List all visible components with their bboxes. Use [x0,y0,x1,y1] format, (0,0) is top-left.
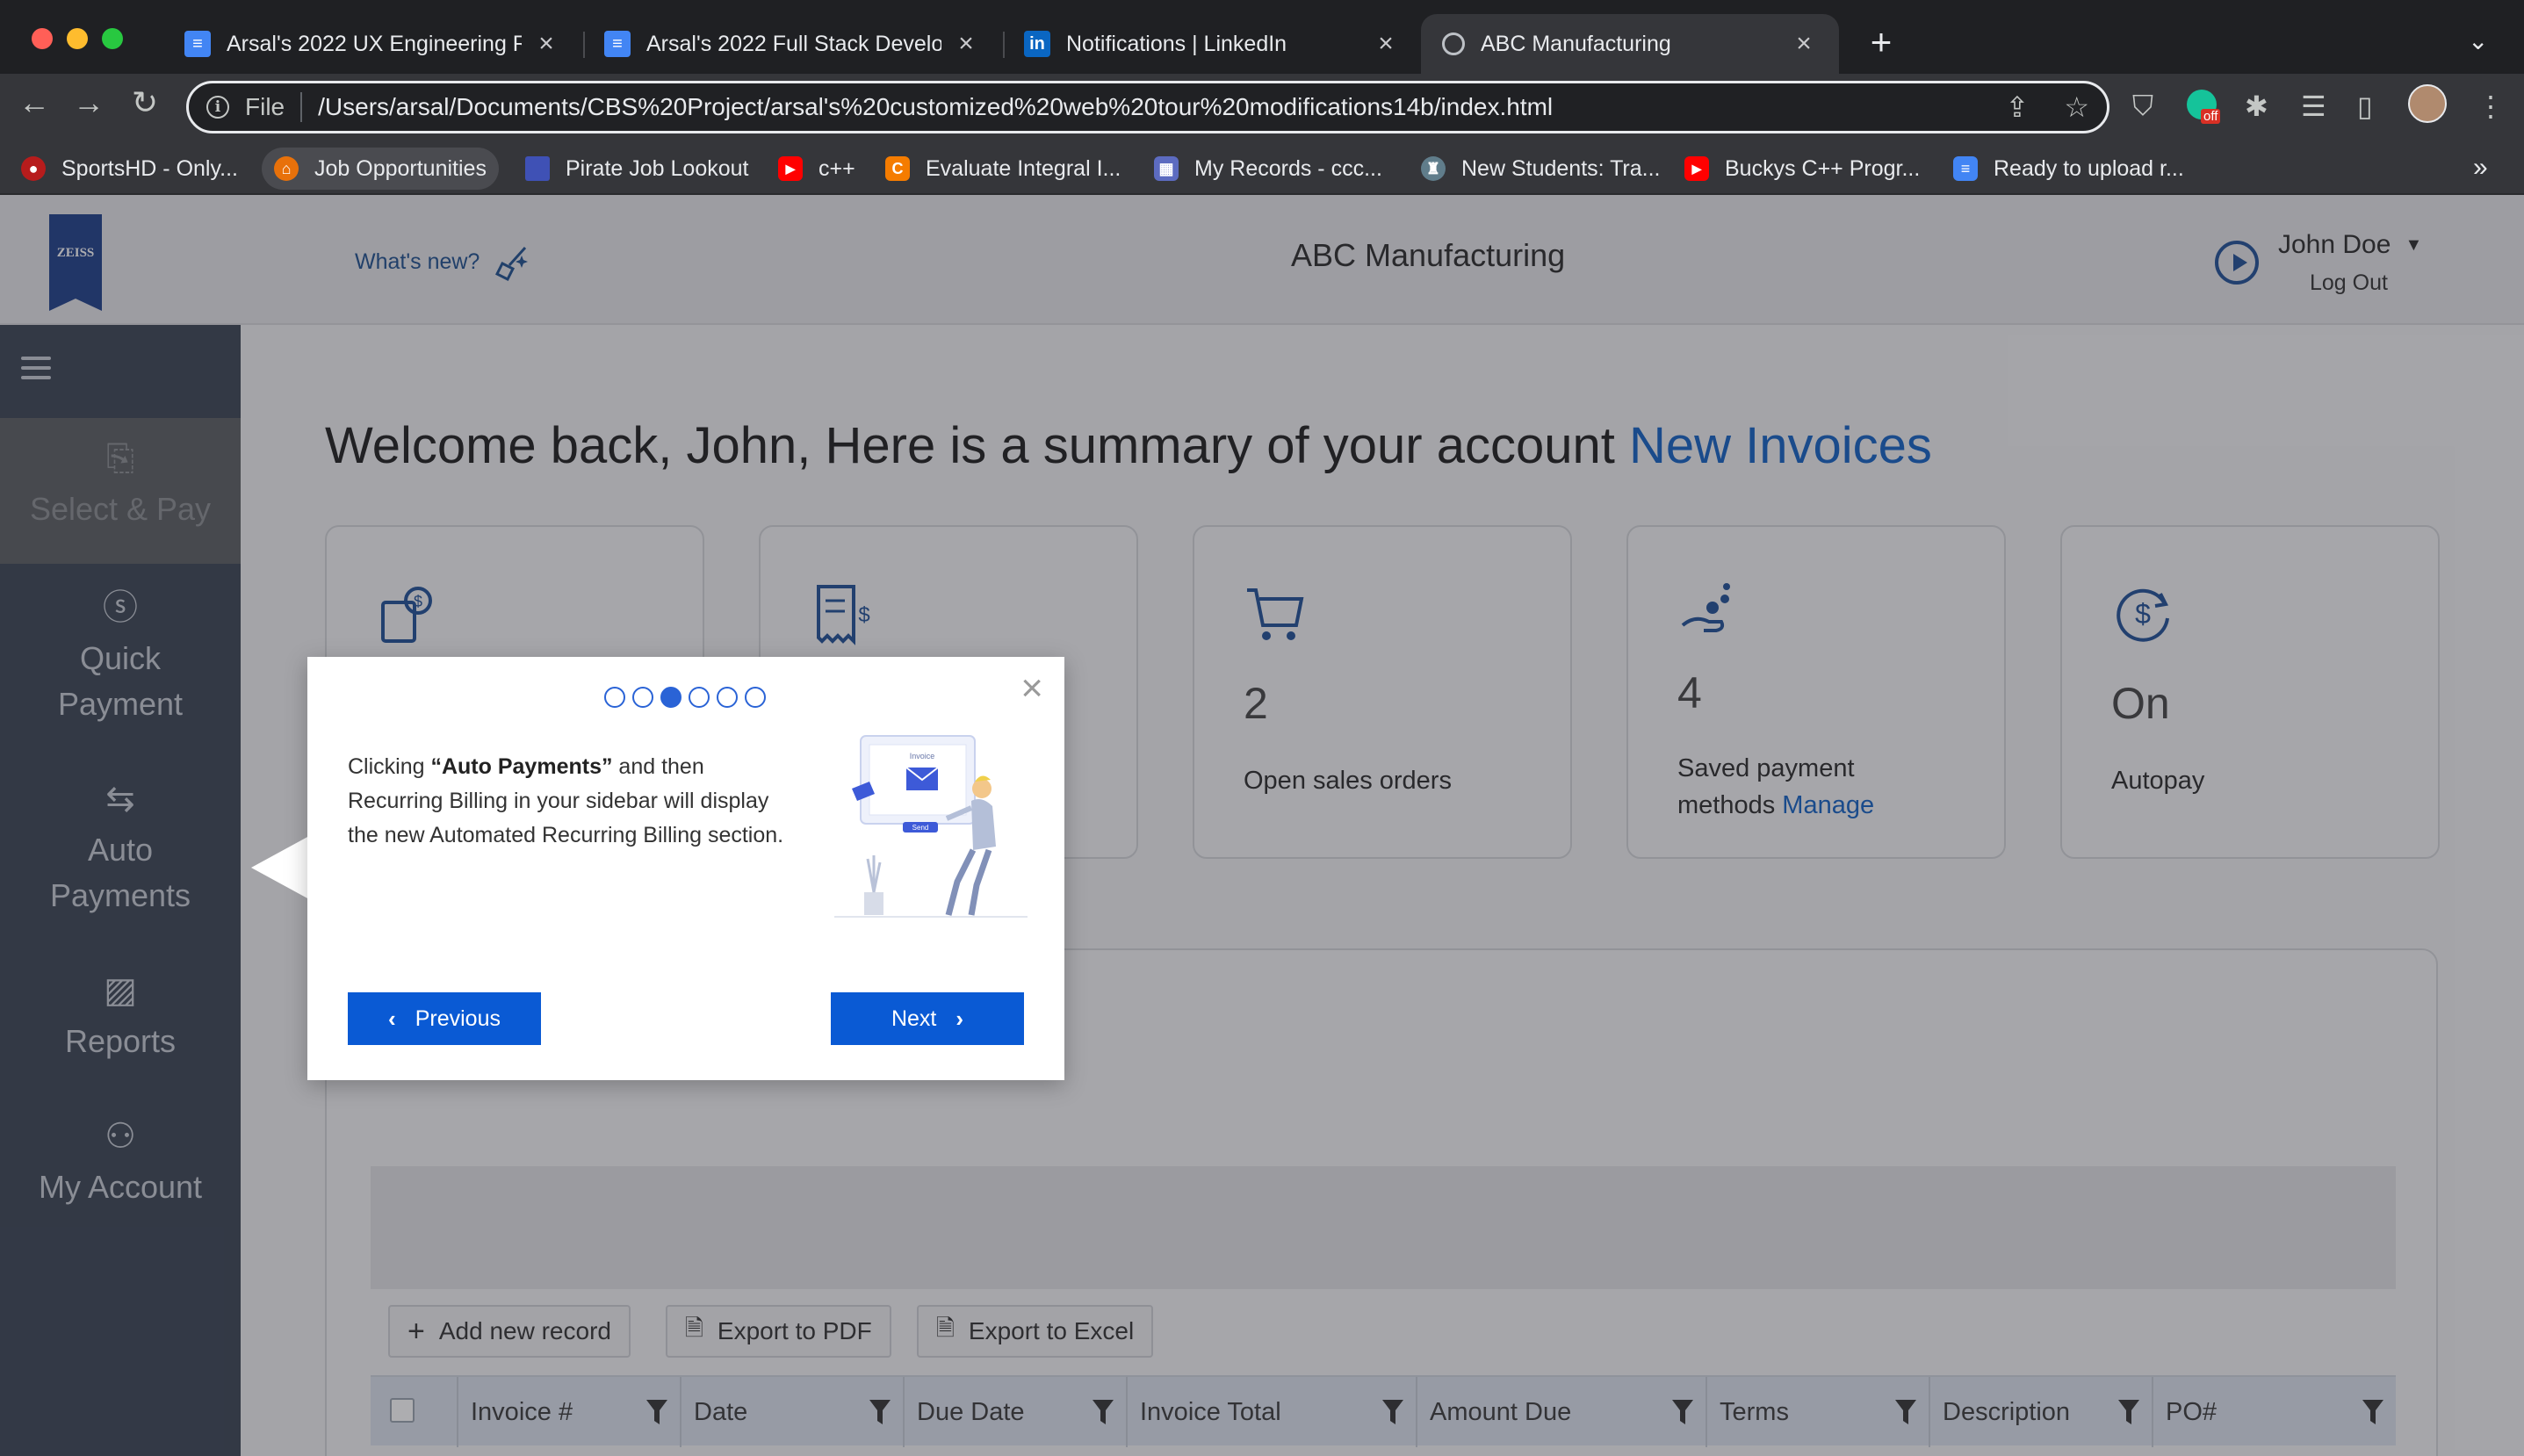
address-scheme: File [245,93,285,120]
youtube-icon: ▶ [1684,156,1709,181]
minimize-window-button[interactable] [67,28,88,49]
step-dot[interactable] [632,687,653,708]
step-dot[interactable] [604,687,625,708]
grammarly-extension-icon[interactable]: off [2187,90,2221,126]
bookmark-label: Evaluate Integral I... [926,155,1121,181]
share-icon[interactable]: ⇪ [2006,90,2030,124]
bookmark-star-icon[interactable]: ☆ [2064,90,2089,124]
bookmark-item[interactable]: ▶ Buckys C++ Progr... [1672,148,1932,190]
bookmark-item[interactable]: Pirate Job Lookout [513,148,761,190]
chevron-right-icon: › [956,1005,964,1032]
tab-search-chevron-icon[interactable]: ⌄ [2468,26,2488,55]
button-label: Next [891,1006,937,1031]
bookmark-item[interactable]: ▶ c++ [766,148,868,190]
linkedin-icon: in [1024,31,1050,57]
extension-badge: off [2201,109,2221,124]
job-icon: ⌂ [274,156,299,181]
close-tab-icon[interactable]: × [1372,29,1400,59]
reload-icon[interactable]: ↻ [123,84,167,121]
globe-icon [1442,32,1465,55]
address-url[interactable]: /Users/arsal/Documents/CBS%20Project/ars… [318,93,1553,121]
previous-button[interactable]: ‹ Previous [348,992,541,1045]
close-tab-icon[interactable]: × [952,29,980,59]
tour-text-emphasis: “Auto Payments” [430,754,613,779]
next-button[interactable]: Next › [831,992,1024,1045]
bookmark-label: Pirate Job Lookout [566,155,749,181]
tour-step-text: Clicking “Auto Payments” and then Recurr… [348,750,804,853]
youtube-icon: ▶ [778,156,803,181]
browser-tab-ux-resume[interactable]: ≡ Arsal's 2022 UX Engineering R × [163,14,581,74]
svg-text:Invoice: Invoice [910,752,935,760]
bookmark-label: Job Opportunities [314,155,487,181]
bookmark-label: My Records - ccc... [1194,155,1382,181]
google-docs-icon: ≡ [604,31,631,57]
forward-arrow-icon[interactable]: → [67,84,111,121]
step-indicator [604,687,766,708]
bookmark-label: Ready to upload r... [1994,155,2184,181]
records-icon: ▦ [1154,156,1179,181]
info-icon[interactable]: i [206,96,229,119]
tab-title: Arsal's 2022 UX Engineering R [227,31,522,56]
google-docs-icon: ≡ [1953,156,1978,181]
puzzle-extensions-icon[interactable]: ✱ [2245,90,2268,123]
bookmark-item[interactable]: ⌂ Job Opportunities [262,148,499,190]
media-queue-icon[interactable]: ☰ [2301,90,2326,123]
maximize-window-button[interactable] [102,28,123,49]
bookmark-item[interactable]: ≡ Ready to upload r... [1941,148,2196,190]
step-dot[interactable] [689,687,710,708]
step-dot-active[interactable] [660,687,681,708]
browser-toolbar: ← → ↻ i File /Users/arsal/Documents/CBS%… [0,74,2524,142]
step-dot[interactable] [717,687,738,708]
profile-avatar[interactable] [2408,84,2447,130]
close-tab-icon[interactable]: × [1790,29,1818,59]
button-label: Previous [415,1006,501,1031]
tab-title: ABC Manufacturing [1481,31,1671,56]
bookmark-label: SportsHD - Only... [61,155,238,181]
bookmark-icon [525,156,550,181]
address-divider [300,92,303,122]
calculator-icon: C [885,156,910,181]
tour-popover: × Clicking “Auto Payments” and then Recu… [307,657,1064,1080]
browser-menu-icon[interactable]: ⋮ [2477,90,2505,123]
bookmark-label: New Students: Tra... [1461,155,1661,181]
back-arrow-icon[interactable]: ← [12,84,56,121]
bookmark-item[interactable]: ▦ My Records - ccc... [1142,148,1395,190]
google-docs-icon: ≡ [184,31,211,57]
popover-pointer [251,836,309,899]
address-bar[interactable]: i File /Users/arsal/Documents/CBS%20Proj… [186,81,2109,133]
shield-extension-icon[interactable]: ⛉ [2132,90,2153,123]
side-panel-icon[interactable]: ▯ [2357,90,2373,123]
bookmark-label: c++ [818,155,855,181]
tour-text-prefix: Clicking [348,754,431,779]
bookmarks-bar: ● SportsHD - Only... ⌂ Job Opportunities… [0,142,2524,195]
browser-tab-bar: ≡ Arsal's 2022 UX Engineering R × ≡ Arsa… [0,0,2524,74]
bookmark-item[interactable]: ♜ New Students: Tra... [1409,148,1673,190]
send-invoice-illustration: Invoice Send [834,735,1028,918]
chevron-left-icon: ‹ [388,1005,396,1032]
close-icon[interactable]: × [1020,669,1043,708]
tab-title: Arsal's 2022 Full Stack Develop [646,31,941,56]
step-dot[interactable] [745,687,766,708]
browser-tab-linkedin[interactable]: in Notifications | LinkedIn × [1003,14,1421,74]
close-window-button[interactable] [32,28,53,49]
browser-tab-abc-manufacturing[interactable]: ABC Manufacturing × [1421,14,1839,74]
school-icon: ♜ [1421,156,1446,181]
close-tab-icon[interactable]: × [532,29,560,59]
address-actions: ⇪ ☆ [2006,90,2090,124]
tab-title: Notifications | LinkedIn [1066,31,1287,56]
sports-icon: ● [21,156,46,181]
svg-text:Send: Send [912,824,929,832]
browser-tab-fullstack-resume[interactable]: ≡ Arsal's 2022 Full Stack Develop × [583,14,1001,74]
bookmark-item[interactable]: ● SportsHD - Only... [9,148,250,190]
bookmark-label: Buckys C++ Progr... [1725,155,1921,181]
bookmark-item[interactable]: C Evaluate Integral I... [873,148,1133,190]
more-bookmarks-icon[interactable]: » [2473,153,2488,183]
new-tab-button[interactable]: + [1860,21,1902,63]
